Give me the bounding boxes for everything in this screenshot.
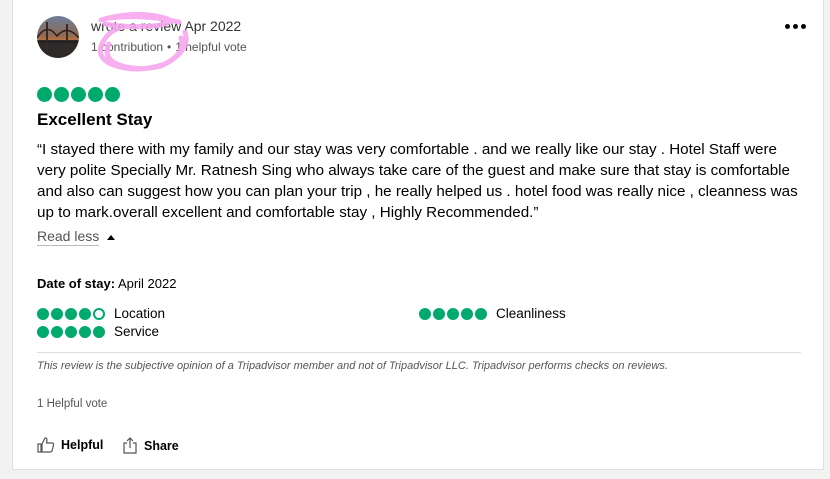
filled-bubble-icon: [65, 325, 77, 338]
share-button[interactable]: Share: [122, 437, 179, 454]
share-label: Share: [144, 438, 179, 453]
filled-bubble-icon: [461, 307, 473, 320]
filled-bubble-icon: [65, 307, 77, 320]
read-less-button[interactable]: Read less: [37, 228, 116, 246]
sub-rating-location: Location: [37, 306, 165, 321]
sub-rating-service: Service: [37, 324, 159, 339]
contribution-count[interactable]: 1 contribution: [91, 40, 163, 54]
filled-bubble-icon: [93, 325, 105, 338]
cleanliness-rating-bubbles: [419, 307, 487, 320]
filled-bubble-icon: [37, 325, 49, 338]
review-card: wrote a review Apr 2022 1 contribution • 1…: [12, 0, 824, 470]
helpful-label: Helpful: [61, 438, 104, 452]
filled-bubble-icon: [79, 325, 91, 338]
caret-up-icon: [107, 234, 116, 240]
reviewer-meta: 1 contribution • 1 helpful vote: [91, 40, 247, 54]
filled-bubble-icon: [105, 87, 120, 102]
date-of-stay-label: Date of stay:: [37, 276, 116, 291]
filled-bubble-icon: [447, 307, 459, 320]
filled-bubble-icon: [475, 307, 487, 320]
review-body: “I stayed there with my family and our s…: [37, 141, 798, 221]
helpful-vote-count: 1 Helpful vote: [37, 398, 108, 410]
service-rating-bubbles: [37, 325, 105, 338]
review-title[interactable]: Excellent Stay: [37, 110, 152, 130]
sub-rating-label: Cleanliness: [496, 306, 566, 321]
helpful-button[interactable]: Helpful: [37, 437, 103, 453]
divider: [37, 352, 801, 353]
filled-bubble-icon: [54, 87, 69, 102]
filled-bubble-icon: [79, 307, 91, 320]
sub-rating-label: Service: [114, 324, 160, 339]
avatar-photo: [37, 22, 79, 58]
sub-rating-label: Location: [114, 306, 166, 321]
filled-bubble-icon: [37, 87, 52, 102]
helpful-vote-meta: 1 helpful vote: [175, 40, 247, 54]
sub-rating-cleanliness: Cleanliness: [419, 306, 566, 321]
avatar[interactable]: [37, 16, 79, 58]
empty-bubble-icon: [93, 307, 105, 320]
review-written-text: wrote a review Apr 2022: [91, 18, 242, 34]
filled-bubble-icon: [88, 87, 103, 102]
review-disclaimer: This review is the subjective opinion of…: [37, 360, 668, 372]
filled-bubble-icon: [433, 307, 445, 320]
share-icon: [123, 437, 137, 454]
read-less-label: Read less: [37, 228, 100, 246]
thumbs-up-icon: [37, 437, 55, 453]
date-of-stay-value: April 2022: [117, 276, 177, 291]
location-rating-bubbles: [37, 307, 105, 320]
overall-rating-bubbles: [37, 87, 120, 102]
more-options-icon[interactable]: [783, 18, 807, 34]
review-header: wrote a review Apr 2022 1 contribution • 1…: [37, 12, 807, 72]
date-of-stay: Date of stay: April 2022: [37, 276, 176, 291]
filled-bubble-icon: [51, 325, 63, 338]
filled-bubble-icon: [37, 307, 49, 320]
filled-bubble-icon: [419, 307, 431, 320]
filled-bubble-icon: [51, 307, 63, 320]
filled-bubble-icon: [71, 87, 86, 102]
meta-separator: •: [167, 40, 172, 54]
